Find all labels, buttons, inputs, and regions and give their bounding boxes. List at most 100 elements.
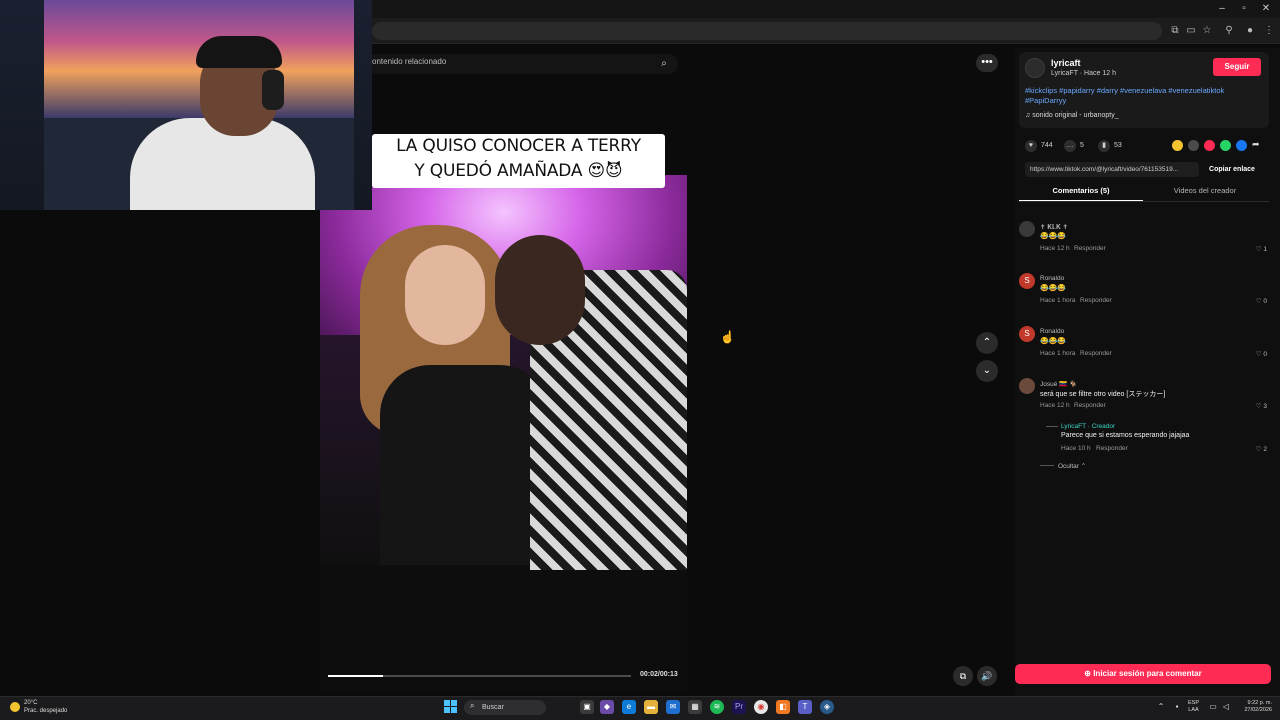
comment-text: 😂😂😂	[1040, 233, 1067, 240]
teams-icon[interactable]: T	[798, 700, 812, 714]
file-explorer-icon[interactable]: ▬	[644, 700, 658, 714]
comment-text: será que se filtre otro video [ステッカー]	[1040, 391, 1166, 398]
comment-like-count[interactable]: ♡ 0	[1247, 350, 1267, 358]
comment-avatar[interactable]	[1019, 221, 1035, 237]
store-icon[interactable]: ▦	[688, 700, 702, 714]
app-icon[interactable]: ◆	[600, 700, 614, 714]
comment-reply-button[interactable]: Responder	[1080, 297, 1112, 304]
weather-widget[interactable]: 20°C Prac. despejado	[24, 699, 67, 715]
spotify-icon[interactable]: ≋	[710, 700, 724, 714]
save-count-value: 53	[1114, 142, 1122, 149]
share-link-field[interactable]: https://www.tiktok.com/@lyricaft/video/7…	[1025, 162, 1199, 177]
volume-tray-icon[interactable]: ◁	[1221, 702, 1231, 712]
extensions-icon[interactable]: ⚲	[1222, 24, 1236, 38]
video-hashtags[interactable]: #kickclips #papidarry #darry #venezuelav…	[1025, 86, 1265, 106]
streamer-hair	[196, 36, 282, 68]
like-count[interactable]: ♥ 744	[1025, 140, 1053, 152]
reply-reply-button[interactable]: Responder	[1096, 445, 1128, 452]
tray-chevron-icon[interactable]: ⌃	[1156, 702, 1166, 712]
network-icon[interactable]: ▭	[1208, 702, 1218, 712]
reply-like-count[interactable]: ♡ 2	[1247, 445, 1267, 453]
copy-link-button[interactable]: Copiar enlace	[1203, 162, 1261, 177]
windows-logo-icon	[451, 707, 457, 713]
maximize-button[interactable]: ▫	[1234, 2, 1254, 16]
comment-like-count[interactable]: ♡ 0	[1247, 297, 1267, 305]
comment-user[interactable]: Ronaldo	[1040, 328, 1064, 335]
translate-icon[interactable]: ⧉	[1168, 24, 1182, 38]
author-avatar[interactable]	[1025, 58, 1045, 78]
premiere-icon[interactable]: Pr	[732, 700, 746, 714]
comment-count[interactable]: … 5	[1064, 140, 1084, 152]
share-friends-icon[interactable]	[1172, 140, 1183, 151]
edge-icon[interactable]: e	[622, 700, 636, 714]
save-count[interactable]: ▮ 53	[1098, 140, 1122, 152]
pip-icon[interactable]: ⧉	[953, 666, 973, 686]
embed-icon[interactable]	[1188, 140, 1199, 151]
chrome-icon[interactable]: ◉	[754, 700, 768, 714]
tray-app-icon[interactable]: ▪	[1172, 702, 1182, 712]
comment-user[interactable]: Ronaldo	[1040, 275, 1064, 282]
windows-logo-icon	[444, 700, 450, 706]
facebook-icon[interactable]	[1236, 140, 1247, 151]
clock[interactable]: 9:22 p. m. 27/02/2026	[1236, 700, 1272, 714]
app-active-icon[interactable]: ◈	[820, 700, 834, 714]
start-button[interactable]	[444, 700, 458, 714]
video-progress-fill	[328, 675, 383, 677]
sound-link[interactable]: ♫ sonido original - urbanopty_	[1025, 112, 1119, 119]
tab-comments[interactable]: Comentarios (5)	[1019, 186, 1143, 202]
comment-user[interactable]: Josué 🇻🇪 🐐	[1040, 380, 1077, 388]
comment-reply-button[interactable]: Responder	[1074, 402, 1106, 409]
video-player[interactable]	[320, 175, 687, 690]
taskbar-search[interactable]: Buscar	[464, 700, 546, 715]
reply-like-value: 2	[1263, 446, 1267, 453]
task-view-icon[interactable]: ▣	[580, 700, 594, 714]
comment-user[interactable]: ✝ 𝐊𝐋𝐊 ✝	[1040, 223, 1068, 232]
video-timecode: 00:02/00:13	[640, 671, 678, 678]
comment-reply-button[interactable]: Responder	[1080, 350, 1112, 357]
comment-avatar[interactable]: S	[1019, 326, 1035, 342]
follow-button[interactable]: Seguir	[1213, 58, 1261, 76]
comment-text: 😂😂😂	[1040, 338, 1067, 345]
reply-user[interactable]: LyricaFT · Creador	[1061, 423, 1115, 430]
comment-text: 😂😂😂	[1040, 285, 1067, 292]
weather-desc: Prac. despejado	[24, 708, 68, 714]
bookmark-star-icon[interactable]: ☆	[1200, 24, 1214, 38]
search-icon[interactable]: ⌕	[656, 56, 672, 72]
comment-like-value: 0	[1263, 298, 1267, 305]
share-arrow-icon[interactable]: ➦	[1252, 139, 1260, 150]
close-button[interactable]: ✕	[1256, 2, 1276, 16]
comment-avatar[interactable]	[1019, 378, 1035, 394]
hide-replies-button[interactable]: Ocultar ⌃	[1058, 462, 1086, 470]
author-meta: LyricaFT · Hace 12 h	[1051, 70, 1116, 77]
comment-like-count[interactable]: ♡ 1	[1247, 245, 1267, 253]
share-repost-icon[interactable]	[1204, 140, 1215, 151]
minimize-button[interactable]: –	[1212, 2, 1232, 16]
volume-icon[interactable]: 🔊	[977, 666, 997, 686]
next-video-button[interactable]: ⌄	[976, 360, 998, 382]
previous-video-button[interactable]: ⌃	[976, 332, 998, 354]
video-woman-body	[380, 365, 550, 565]
search-placeholder: ontenido relacionado	[372, 57, 447, 66]
author-name[interactable]: lyricaft	[1051, 58, 1081, 68]
video-caption: LA QUISO CONOCER A TERRY Y QUEDÓ AMAÑADA…	[372, 134, 665, 188]
like-count-value: 744	[1041, 142, 1053, 149]
menu-icon[interactable]: ⋮	[1262, 24, 1276, 38]
cast-icon[interactable]: ▭	[1184, 24, 1198, 38]
app-orange-icon[interactable]: ◧	[776, 700, 790, 714]
comment-time: Hace 12 h	[1040, 245, 1070, 252]
comment-like-count[interactable]: ♡ 3	[1247, 402, 1267, 410]
comment-avatar[interactable]: S	[1019, 273, 1035, 289]
weather-sun-icon[interactable]	[10, 702, 20, 712]
whatsapp-icon[interactable]	[1220, 140, 1231, 151]
tab-creator-videos[interactable]: Videos del creador	[1143, 186, 1267, 202]
more-options-button[interactable]: •••	[976, 54, 998, 72]
caption-line-1: LA QUISO CONOCER A TERRY	[396, 136, 641, 156]
address-bar[interactable]	[372, 22, 1162, 40]
login-to-comment-button[interactable]: ⊕ Iniciar sesión para comentar	[1015, 664, 1271, 684]
left-empty-area	[0, 210, 320, 696]
mail-icon[interactable]: ✉	[666, 700, 680, 714]
comment-reply-button[interactable]: Responder	[1074, 245, 1106, 252]
comment-time: Hace 1 hora	[1040, 350, 1076, 357]
language-indicator[interactable]: ESP LAA	[1188, 700, 1199, 714]
profile-icon[interactable]: ●	[1243, 24, 1257, 38]
